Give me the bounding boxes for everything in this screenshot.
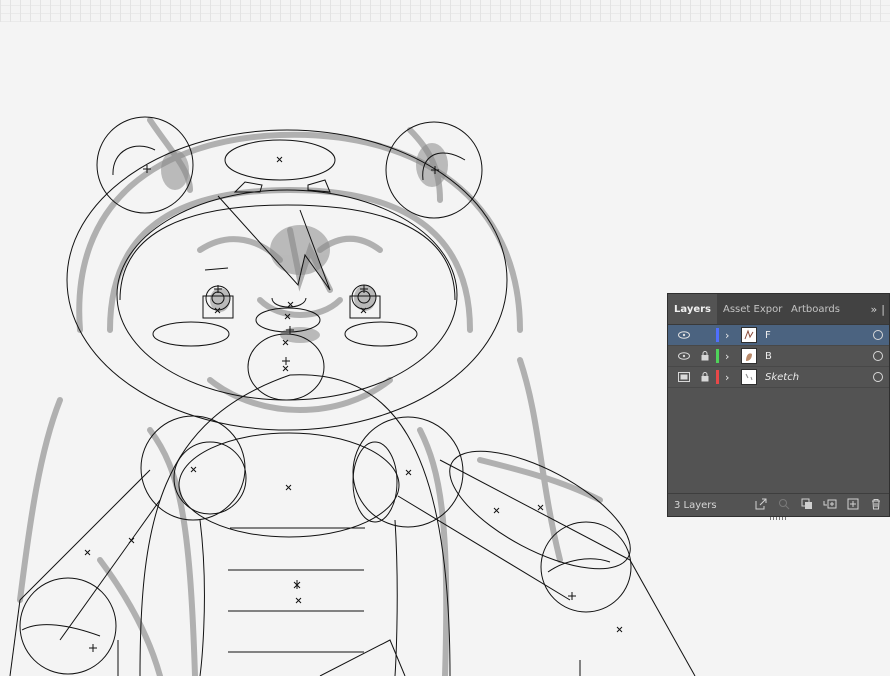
expand-chevron-icon[interactable]: › [725,350,735,363]
expand-chevron-icon[interactable]: › [725,329,735,342]
lock-icon[interactable] [698,372,712,382]
layers-panel: Layers Asset Expor Artboards » | › F › B… [667,293,890,520]
expand-chevron-icon[interactable]: › [725,371,735,384]
export-icon[interactable] [754,497,768,511]
layer-row-b[interactable]: › B [668,346,889,367]
layer-row-f[interactable]: › F [668,325,889,346]
tab-layers[interactable]: Layers [668,294,717,324]
panel-menu-icon[interactable]: | [881,303,885,316]
new-layer-icon[interactable] [846,497,860,511]
template-layer-icon[interactable] [676,372,692,382]
layer-name[interactable]: B [765,351,772,362]
lock-icon[interactable] [698,351,712,361]
layer-name[interactable]: Sketch [765,372,799,383]
locate-object-icon[interactable] [777,497,791,511]
layer-color-swatch [716,349,719,363]
layer-thumbnail [741,327,757,343]
trash-icon[interactable] [869,497,883,511]
layer-target-circle-icon[interactable] [873,330,883,340]
new-sublayer-icon[interactable] [823,497,837,511]
tab-artboards[interactable]: Artboards [785,294,846,324]
sketch-layer-art [17,117,603,676]
layer-color-swatch [716,328,719,342]
panel-tab-bar: Layers Asset Expor Artboards » | [668,294,889,325]
layer-thumbnail [741,348,757,364]
layer-target-circle-icon[interactable] [873,372,883,382]
more-tabs-button[interactable]: » [871,303,878,316]
clipping-mask-icon[interactable] [800,497,814,511]
panel-overflow: » | [871,294,885,324]
layer-row-sketch[interactable]: › Sketch [668,367,889,388]
tab-asset-export[interactable]: Asset Expor [717,294,785,324]
layer-target-circle-icon[interactable] [873,351,883,361]
layer-count-label: 3 Layers [674,499,717,511]
vector-outlines [9,116,696,676]
visibility-eye-icon[interactable] [676,352,692,360]
layer-color-swatch [716,370,719,384]
panel-resize-grip[interactable] [769,517,788,520]
panel-footer: 3 Layers [668,493,889,516]
anchor-markers [84,156,623,652]
layer-name[interactable]: F [765,330,771,341]
visibility-eye-icon[interactable] [676,331,692,339]
layer-thumbnail [741,369,757,385]
footer-toolbar [754,497,883,511]
